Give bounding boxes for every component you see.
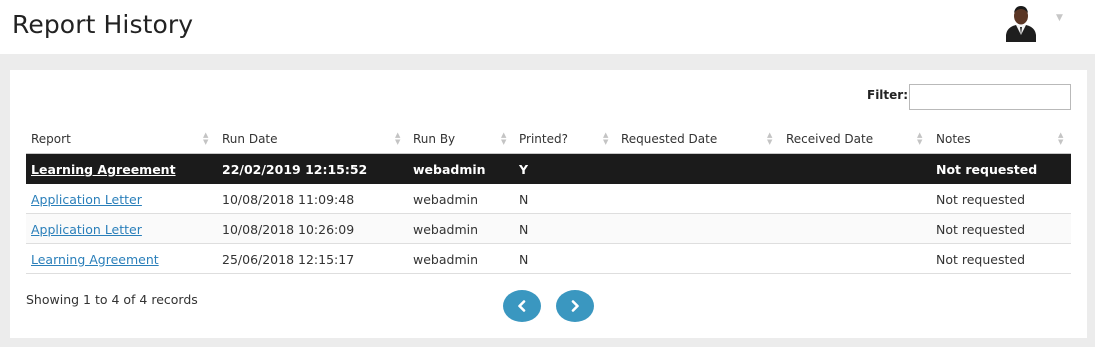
page-title: Report History [12,10,194,39]
column-header-run-date[interactable]: Run Date [222,132,278,146]
run-date-cell: 10/08/2018 10:26:09 [222,222,355,237]
printed-cell: N [519,252,529,267]
report-history-table: Report ▲ ▼ Run Date ▲ ▼ Run By ▲ ▼ Printed?… [26,127,1071,274]
run-by-cell: webadmin [413,252,479,267]
report-link[interactable]: Application Letter [31,222,142,237]
table-row[interactable]: Application Letter 10/08/2018 10:26:09 w… [26,214,1071,244]
notes-cell: Not requested [936,162,1038,177]
report-link[interactable]: Learning Agreement [31,162,176,177]
column-header-received-date[interactable]: Received Date [786,132,873,146]
sort-icon[interactable]: ▲ ▼ [917,132,922,146]
caret-down-icon[interactable]: ▼ [1056,13,1063,23]
column-header-requested-date[interactable]: Requested Date [621,132,717,146]
column-header-printed[interactable]: Printed? [519,132,568,146]
sort-icon[interactable]: ▲ ▼ [501,132,506,146]
sort-icon[interactable]: ▲ ▼ [1058,132,1063,146]
sort-icon[interactable]: ▲ ▼ [603,132,608,146]
run-date-cell: 25/06/2018 12:15:17 [222,252,355,267]
run-date-cell: 10/08/2018 11:09:48 [222,192,355,207]
sort-icon[interactable]: ▲ ▼ [767,132,772,146]
sort-icon[interactable]: ▲ ▼ [203,132,208,146]
printed-cell: N [519,222,529,237]
pagination-info: Showing 1 to 4 of 4 records [26,292,198,307]
table-header: Report ▲ ▼ Run Date ▲ ▼ Run By ▲ ▼ Printed?… [26,127,1071,154]
printed-cell: N [519,192,529,207]
report-link[interactable]: Application Letter [31,192,142,207]
table-row[interactable]: Application Letter 10/08/2018 11:09:48 w… [26,184,1071,214]
printed-cell: Y [519,162,529,177]
next-page-button[interactable] [556,290,594,322]
previous-page-button[interactable] [503,290,541,322]
notes-cell: Not requested [936,192,1026,207]
notes-cell: Not requested [936,222,1026,237]
sort-icon[interactable]: ▲ ▼ [395,132,400,146]
filter-label: Filter: [867,88,909,102]
table-row[interactable]: Learning Agreement 22/02/2019 12:15:52 w… [26,154,1071,184]
column-header-run-by[interactable]: Run By [413,132,455,146]
column-header-report[interactable]: Report [31,132,71,146]
notes-cell: Not requested [936,252,1026,267]
user-avatar-icon[interactable] [1004,4,1038,42]
column-header-notes[interactable]: Notes [936,132,971,146]
table-row[interactable]: Learning Agreement 25/06/2018 12:15:17 w… [26,244,1071,274]
top-bar: Report History ▼ [0,0,1095,54]
run-date-cell: 22/02/2019 12:15:52 [222,162,368,177]
run-by-cell: webadmin [413,162,486,177]
filter-input[interactable] [909,84,1071,110]
chevron-right-icon [571,300,579,312]
chevron-left-icon [518,300,526,312]
report-link[interactable]: Learning Agreement [31,252,159,267]
report-history-panel: Filter: Report ▲ ▼ Run Date ▲ ▼ Run By ▲ ▼ … [10,70,1087,338]
run-by-cell: webadmin [413,222,479,237]
run-by-cell: webadmin [413,192,479,207]
